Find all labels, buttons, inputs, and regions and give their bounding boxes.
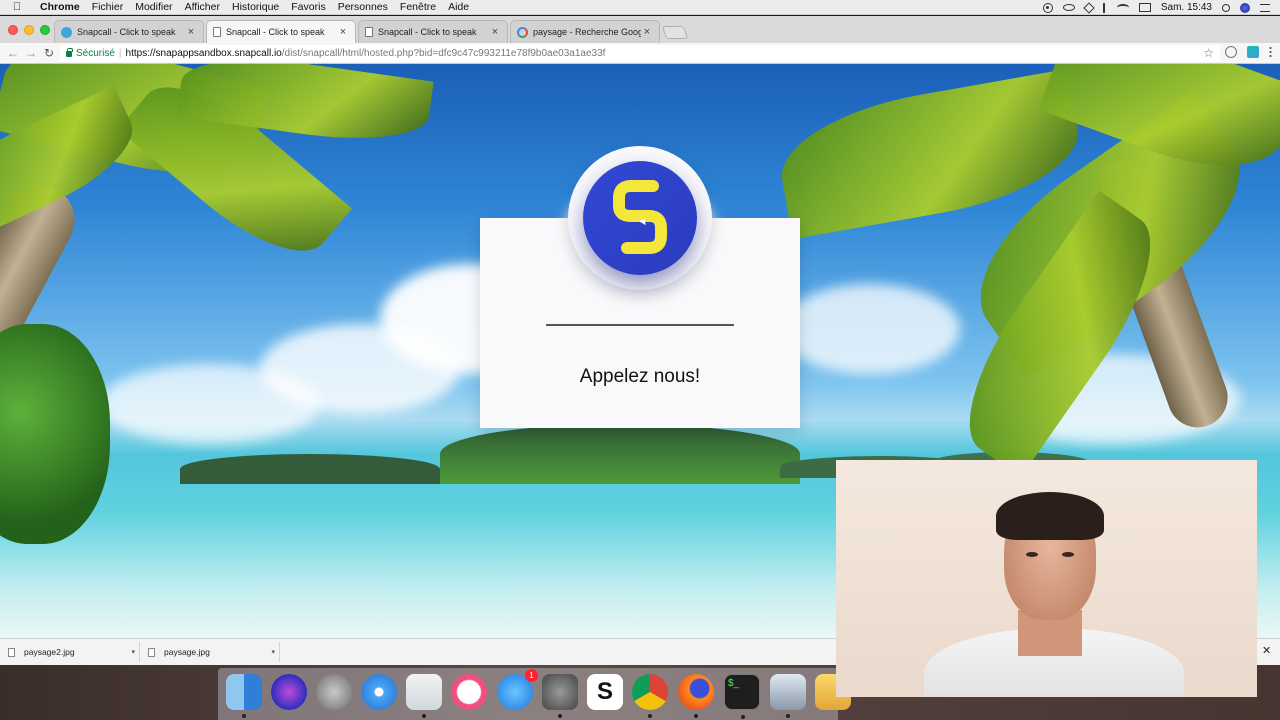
screen-record-icon[interactable]	[1042, 2, 1053, 13]
running-indicator	[242, 714, 246, 718]
lock-icon[interactable]	[66, 47, 73, 57]
call-us-heading[interactable]: Appelez nous!	[480, 366, 800, 388]
file-icon	[148, 647, 155, 657]
close-tab-icon[interactable]: ×	[185, 26, 197, 38]
menu-afficher[interactable]: Afficher	[179, 1, 226, 13]
forward-arrow-icon[interactable]: →	[24, 46, 38, 60]
close-tab-icon[interactable]: ×	[489, 26, 501, 38]
menu-favoris[interactable]: Favoris	[285, 1, 331, 13]
reload-icon[interactable]: ↻	[42, 46, 56, 60]
download-filename[interactable]: paysage2.jpg	[24, 647, 75, 657]
extension-icon[interactable]	[1247, 46, 1259, 58]
bluetooth-icon[interactable]	[1102, 2, 1107, 13]
menu-app-name[interactable]: Chrome	[34, 1, 86, 13]
document-favicon-icon	[365, 27, 373, 37]
chrome-menu-icon[interactable]	[1269, 46, 1272, 58]
card-divider	[546, 324, 734, 326]
network-icon[interactable]	[1083, 1, 1095, 14]
running-indicator	[558, 714, 562, 718]
running-indicator	[786, 714, 790, 718]
close-tab-icon[interactable]: ×	[641, 26, 653, 38]
recycle-extension-icon[interactable]	[1225, 46, 1237, 58]
browser-tab[interactable]: paysage - Recherche Google ×	[510, 20, 660, 43]
download-shelf-close-icon[interactable]: ✕	[1262, 644, 1271, 657]
fullscreen-window-button[interactable]	[40, 25, 50, 35]
safari-icon[interactable]	[361, 674, 397, 710]
tab-title: Snapcall - Click to speak	[226, 27, 325, 37]
back-arrow-icon[interactable]: ←	[6, 46, 20, 60]
person-eye	[1026, 552, 1038, 557]
menu-fichier[interactable]: Fichier	[86, 1, 130, 13]
browser-tab-active[interactable]: Snapcall - Click to speak ×	[206, 20, 356, 43]
apple-menu-icon[interactable]: 	[0, 1, 34, 13]
download-item[interactable]: paysage2.jpg ▾	[2, 642, 140, 662]
person-eye	[1062, 552, 1074, 557]
document-favicon-icon	[213, 27, 221, 37]
running-indicator	[694, 714, 698, 718]
tab-title: Snapcall - Click to speak	[378, 27, 477, 37]
browser-tab[interactable]: Snapcall - Click to speak ×	[54, 20, 204, 43]
download-menu-arrow-icon[interactable]: ▾	[271, 648, 275, 656]
address-separator: |	[118, 48, 122, 59]
menu-extras: Sam. 15:43	[1042, 0, 1270, 15]
close-tab-icon[interactable]: ×	[337, 26, 349, 38]
window-controls	[8, 25, 50, 35]
menu-fenetre[interactable]: Fenêtre	[394, 1, 442, 13]
url-path[interactable]: /dist/snapcall/html/hosted.php?bid=dfc9c…	[282, 48, 606, 59]
address-bar[interactable]: Sécurisé | https://snapappsandbox.snapca…	[60, 45, 1220, 62]
download-item[interactable]: paysage.jpg ▾	[142, 642, 280, 662]
notification-center-icon[interactable]	[1260, 3, 1270, 12]
menu-modifier[interactable]: Modifier	[129, 1, 178, 13]
siri-icon[interactable]	[271, 674, 307, 710]
menu-historique[interactable]: Historique	[226, 1, 285, 13]
menu-personnes[interactable]: Personnes	[332, 1, 394, 13]
accessibility-glasses-icon[interactable]	[1062, 4, 1075, 11]
firefox-icon[interactable]	[678, 674, 714, 718]
photo-icon[interactable]	[770, 674, 806, 718]
download-menu-arrow-icon[interactable]: ▾	[131, 648, 135, 656]
spotlight-search-icon[interactable]	[1222, 3, 1230, 12]
system-preferences-icon[interactable]	[542, 674, 578, 718]
bookmark-star-icon[interactable]: ☆	[1203, 46, 1214, 60]
siri-menu-icon[interactable]	[1240, 2, 1250, 13]
wifi-icon[interactable]	[1116, 4, 1129, 11]
security-label[interactable]: Sécurisé	[76, 48, 115, 59]
app-store-badge: 1	[525, 669, 538, 682]
file-icon	[8, 647, 15, 657]
new-tab-button[interactable]	[661, 26, 689, 39]
minimize-window-button[interactable]	[24, 25, 34, 35]
download-filename[interactable]: paysage.jpg	[164, 647, 210, 657]
close-window-button[interactable]	[8, 25, 18, 35]
airplay-icon[interactable]	[1138, 3, 1151, 12]
menu-clock[interactable]: Sam. 15:43	[1161, 2, 1212, 13]
app-store-icon[interactable]: 1	[497, 669, 538, 710]
snapcall-favicon-icon	[61, 26, 72, 38]
person-hair	[996, 492, 1104, 540]
itunes-icon[interactable]	[451, 674, 487, 710]
running-indicator	[648, 714, 652, 718]
running-indicator	[741, 715, 745, 719]
browser-tab-strip: Snapcall - Click to speak × Snapcall - C…	[0, 16, 1280, 43]
browser-toolbar: ← → ↻ Sécurisé | https://snapappsandbox.…	[0, 43, 1280, 64]
menu-aide[interactable]: Aide	[442, 1, 475, 13]
tab-title: paysage - Recherche Google	[533, 27, 641, 37]
webcam-overlay	[836, 460, 1257, 697]
preview-icon[interactable]	[406, 674, 442, 718]
tab-title: Snapcall - Click to speak	[77, 27, 176, 37]
browser-tab[interactable]: Snapcall - Click to speak ×	[358, 20, 508, 43]
terminal-icon[interactable]: $_	[724, 674, 760, 719]
chrome-icon[interactable]	[632, 674, 668, 718]
url-host[interactable]: https://snapappsandbox.snapcall.io	[126, 48, 282, 59]
running-indicator	[422, 714, 426, 718]
macos-menu-bar:  Chrome Fichier Modifier Afficher Histo…	[0, 0, 1280, 15]
snapcall-s-icon[interactable]: S	[587, 674, 623, 710]
google-favicon-icon	[517, 26, 528, 38]
extension-icons	[1225, 46, 1272, 58]
launchpad-icon[interactable]	[316, 674, 352, 710]
finder-icon[interactable]	[226, 674, 262, 718]
